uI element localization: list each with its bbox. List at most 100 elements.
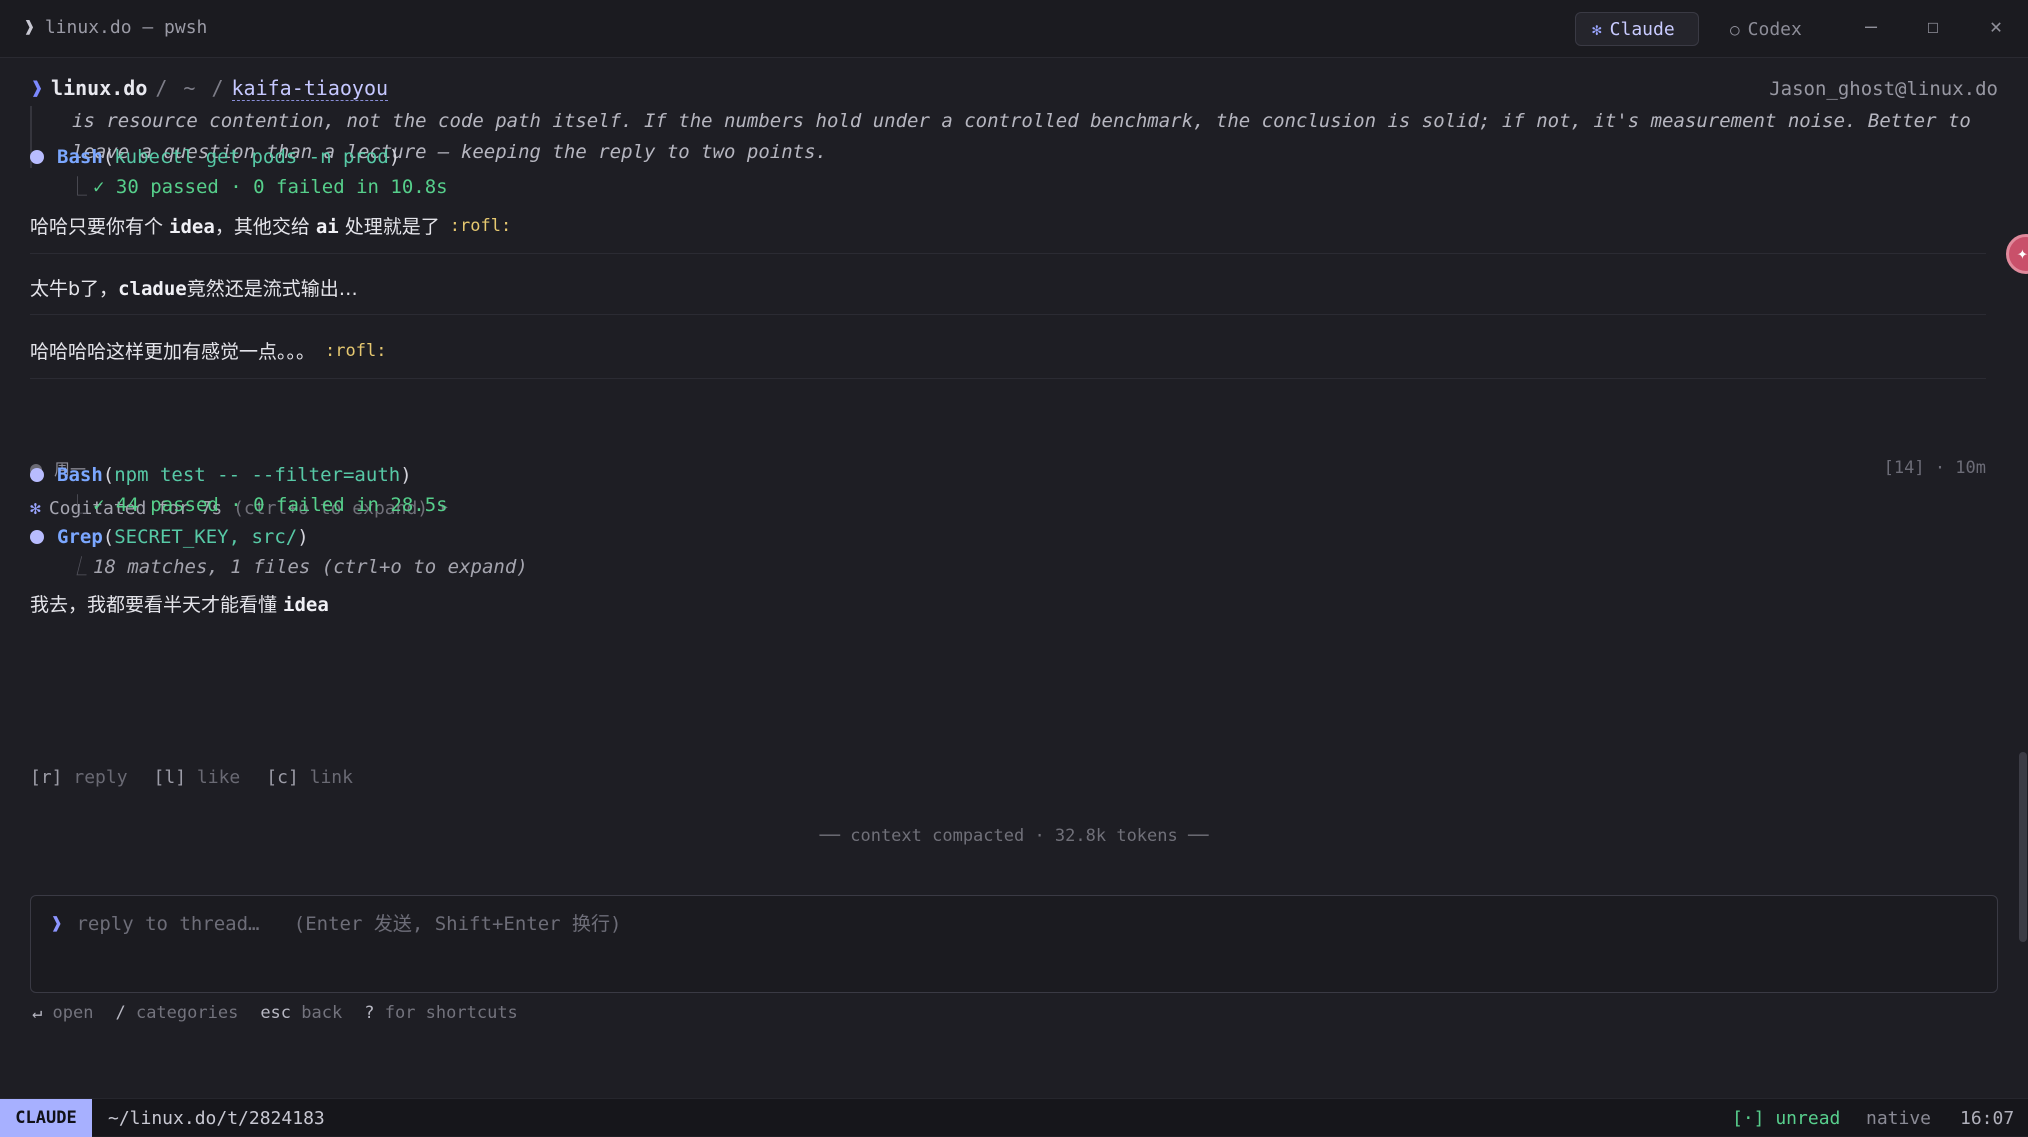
reply-box[interactable]: ❱ — [30, 895, 1998, 993]
paren-open: ( — [102, 146, 115, 168]
paren-close: ) — [297, 526, 309, 548]
elbow-connector-icon: ⎿ — [68, 556, 88, 578]
notification-badge-icon[interactable]: ✦ — [2006, 234, 2028, 274]
message-text: 哈哈只要你有个 — [30, 216, 170, 238]
message-code: ai — [315, 216, 339, 238]
reply-input[interactable] — [74, 912, 1935, 936]
shortcut-label: open — [52, 1003, 94, 1023]
breadcrumb: ❱ linux.do / ~ / kaifa-tiaoyou — [31, 76, 389, 101]
post-actions: [r] reply [l] like [c] link — [30, 767, 379, 788]
message-code: cladue — [118, 278, 187, 300]
action-key: [r] — [30, 767, 63, 788]
tool-args: SECRET_KEY, src/ — [114, 526, 298, 548]
clock: 16:07 — [1960, 1108, 2015, 1129]
prompt-caret-icon: ❱ — [24, 17, 35, 38]
message-text: ，其他交给 — [214, 216, 316, 238]
status-bar: CLAUDE ~/linux.do/t/2824183 [·] unread n… — [0, 1098, 2028, 1137]
action-label: link — [309, 767, 353, 788]
tool-call[interactable]: Bash(kubectl get pods -n prod) — [30, 146, 400, 168]
thread-view: ❱ linux.do / ~ / kaifa-tiaoyou Jason_ghost@li… — [0, 58, 2028, 1098]
tool-result: ⎿ ✓ 30 passed · 0 failed in 10.8s — [68, 172, 448, 199]
return-key-icon: ↵ — [32, 1003, 43, 1023]
shortcut-label: back — [301, 1003, 343, 1023]
action-key: [l] — [153, 767, 187, 788]
breadcrumb-separator: / — [211, 76, 224, 100]
status-dot-icon — [30, 530, 44, 544]
emoji-shortcode: :rofl: — [325, 341, 387, 361]
tool-result: ⎿ ✓ 44 passed · 0 failed in 28.5s — [68, 490, 448, 517]
shortcut-label: categories — [135, 1003, 239, 1023]
tool-name: Grep — [57, 526, 103, 548]
post-divider — [30, 314, 1986, 315]
reply-action[interactable]: [r] reply — [30, 767, 154, 788]
user-handle: Jason_ghost@linux.do — [1769, 78, 1998, 100]
thread-path: ~/linux.do/t/2824183 — [108, 1108, 325, 1129]
status-dot-icon — [30, 468, 44, 482]
post-divider — [30, 378, 1986, 379]
tool-result[interactable]: ⎿ 18 matches, 1 files (ctrl+o to expand) — [68, 552, 528, 579]
shortcut-key: / — [115, 1003, 126, 1023]
status-dot-icon — [30, 150, 44, 164]
like-action[interactable]: [l] like — [154, 767, 267, 788]
message-text: 处理就是了 — [338, 216, 440, 238]
paren-close: ) — [388, 146, 401, 168]
tool-name: Bash — [57, 146, 103, 168]
tool-call[interactable]: Bash(npm test -- --filter=auth) — [30, 464, 412, 486]
context-compacted-notice: ── context compacted · 32.8k tokens ── — [819, 826, 1209, 846]
message-text: 竟然还是流式输出… — [186, 278, 358, 300]
sparkle-icon: ✻ — [30, 498, 41, 519]
breadcrumb-separator: / — [155, 76, 168, 100]
link-action[interactable]: [c] link — [266, 767, 379, 788]
scrollbar[interactable] — [2016, 58, 2028, 942]
post-message: 太牛b了，cladue竟然还是流式输出… — [30, 274, 358, 301]
action-label: like — [196, 767, 241, 788]
breadcrumb-home[interactable]: ~ — [183, 76, 195, 100]
minimize-button[interactable]: — — [1856, 14, 1886, 38]
tool-args: kubectl get pods -n prod — [114, 146, 389, 168]
emoji-shortcode: :rofl: — [449, 216, 512, 236]
quote-line: is resource contention, not the code pat… — [72, 110, 1971, 132]
tab-claude[interactable]: ✻ Claude — [1575, 12, 1699, 46]
paren-close: ) — [400, 464, 412, 486]
post-divider — [30, 253, 1986, 254]
tool-result-text: ✓ 30 passed · 0 failed in 10.8s — [93, 176, 448, 198]
action-key: [c] — [266, 767, 299, 788]
post-meta: [14] · 10m — [1883, 458, 1986, 478]
render-mode: native — [1866, 1108, 1932, 1129]
message-text: 哈哈哈哈这样更加有感觉一点。。。 — [30, 341, 316, 363]
circle-icon: ○ — [1730, 19, 1740, 39]
message-text: 太牛b了， — [30, 278, 119, 300]
post-message: 哈哈只要你有个 idea，其他交给 ai 处理就是了:rofl: — [30, 212, 511, 239]
scrollbar-thumb[interactable] — [2019, 752, 2027, 942]
tool-name: Bash — [57, 464, 103, 486]
post-message: 我去，我都要看半天才能看懂 idea — [30, 590, 329, 617]
maximize-button[interactable]: ☐ — [1918, 14, 1948, 38]
tab-codex[interactable]: ○ Codex — [1714, 12, 1834, 46]
input-caret-icon: ❱ — [51, 913, 63, 935]
shortcut-key: ? — [364, 1003, 375, 1023]
message-text: 我去，我都要看半天才能看懂 — [30, 594, 284, 616]
breadcrumb-site[interactable]: linux.do — [51, 76, 147, 100]
tab-claude-label: Claude — [1609, 18, 1675, 40]
tool-call[interactable]: Grep(SECRET_KEY, src/) — [30, 526, 309, 548]
close-button[interactable]: ✕ — [1981, 14, 2011, 38]
unread-indicator[interactable]: [·] unread — [1732, 1108, 1840, 1129]
tool-result-text: 18 matches, 1 files (ctrl+o to expand) — [93, 556, 528, 578]
sparkle-icon: ✻ — [1592, 19, 1602, 39]
elbow-connector-icon: ⎿ — [68, 176, 88, 198]
elbow-connector-icon: ⎿ — [68, 494, 88, 516]
action-label: reply — [73, 767, 128, 788]
shortcut-key: esc — [260, 1003, 292, 1023]
breadcrumb-caret-icon: ❱ — [31, 76, 44, 100]
window-title: ❱ linux.do — pwsh — [24, 17, 207, 38]
shortcut-label: for shortcuts — [384, 1003, 518, 1023]
shortcut-hints: ↵ open / categories esc back? for shortcut… — [32, 1003, 540, 1023]
message-code: idea — [283, 594, 329, 616]
post-message: 哈哈哈哈这样更加有感觉一点。。。 :rofl: — [30, 337, 386, 364]
tool-args: npm test -- --filter=auth — [114, 464, 401, 486]
paren-open: ( — [102, 526, 115, 548]
mode-badge: CLAUDE — [0, 1099, 92, 1137]
tool-result-text: ✓ 44 passed · 0 failed in 28.5s — [93, 494, 448, 516]
breadcrumb-category-link[interactable]: kaifa-tiaoyou — [231, 76, 389, 101]
tab-codex-label: Codex — [1747, 18, 1802, 40]
